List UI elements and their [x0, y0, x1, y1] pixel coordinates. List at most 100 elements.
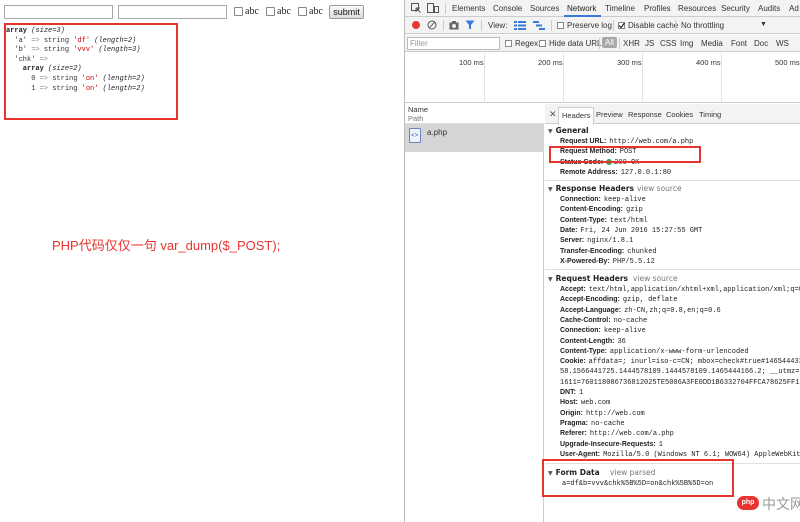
- device-mode-icon[interactable]: [427, 3, 439, 13]
- header-key: Connection:: [560, 196, 601, 203]
- response-view-source-link[interactable]: view source: [637, 184, 682, 193]
- filter-type-all[interactable]: All: [602, 37, 617, 48]
- text-input-b[interactable]: [118, 5, 227, 19]
- header-value: 36: [617, 337, 626, 346]
- waterfall-icon[interactable]: [533, 21, 545, 30]
- header-row: DNT: 1: [560, 388, 583, 398]
- request-view-source-link[interactable]: view source: [633, 274, 678, 283]
- expanded-triangle-icon: ▼: [548, 128, 553, 135]
- checkbox-2[interactable]: [266, 7, 275, 16]
- header-key: Content-Encoding:: [560, 206, 623, 214]
- header-row: Transfer-Encoding: chunked: [560, 247, 657, 257]
- header-row: Content-Type: text/html: [560, 216, 648, 226]
- header-key: Pragma:: [560, 419, 589, 427]
- header-row: 1611=760118086736812025TE5006A3FE0DD1B63…: [560, 378, 800, 388]
- header-value: keep-alive: [603, 196, 646, 204]
- header-key: Content-Type:: [560, 216, 607, 224]
- tab-resources[interactable]: Resources: [678, 4, 716, 13]
- filter-type-doc[interactable]: Doc: [754, 39, 768, 48]
- clear-icon[interactable]: [427, 20, 437, 30]
- request-row[interactable]: <> a.php: [405, 124, 544, 152]
- header-key: Cookie:: [560, 358, 586, 366]
- tab-timing[interactable]: Timing: [699, 110, 721, 119]
- checkbox-1-label: abc: [245, 6, 259, 17]
- header-value: affdata=; inurl=iso-c=CN; mbox=check#tru…: [588, 358, 800, 367]
- throttling-select[interactable]: No throttling: [681, 21, 724, 30]
- header-row: Origin: http://web.com: [560, 409, 645, 419]
- tab-overflow[interactable]: Ad: [789, 4, 799, 13]
- inspect-icon[interactable]: [411, 3, 421, 13]
- checkbox-3[interactable]: [298, 7, 307, 16]
- disable-cache-checkbox[interactable]: [618, 22, 625, 29]
- document-icon: <>: [409, 128, 421, 143]
- header-value: 1611=760118086736812025TE5006A3FE0DD1B63…: [560, 378, 800, 387]
- header-row: Content-Type: application/x-www-form-urle…: [560, 347, 749, 357]
- hide-data-urls-checkbox[interactable]: [539, 40, 546, 47]
- header-key: User-Agent:: [560, 450, 601, 458]
- header-value: gzip: [626, 206, 643, 215]
- large-rows-icon[interactable]: [514, 21, 526, 30]
- close-icon[interactable]: ✕: [549, 109, 557, 120]
- tab-sources[interactable]: Sources: [530, 4, 559, 13]
- tab-audits[interactable]: Audits: [758, 4, 780, 13]
- submit-button[interactable]: submit: [329, 5, 364, 19]
- tab-profiles[interactable]: Profiles: [644, 4, 671, 13]
- filter-type-img[interactable]: Img: [680, 39, 693, 48]
- camera-icon[interactable]: [449, 20, 459, 30]
- header-value: application/x-www-form-urlencoded: [609, 347, 749, 356]
- checkbox-1[interactable]: [234, 7, 243, 16]
- dump-highlight-box: [4, 23, 178, 120]
- filter-icon[interactable]: [465, 20, 475, 30]
- record-icon[interactable]: [412, 21, 420, 29]
- header-value: Fri, 24 Jun 2016 15:27:55 GMT: [580, 226, 703, 235]
- header-value: zh-CN,zh;q=0.8,en;q=0.6: [624, 306, 721, 315]
- general-section-header[interactable]: ▼ General: [548, 126, 589, 135]
- filter-placeholder: Filter: [410, 39, 428, 48]
- tab-console[interactable]: Console: [493, 4, 522, 13]
- filter-bar: Filter Regex Hide data URLs All XHR JS C…: [405, 35, 800, 52]
- filter-type-media[interactable]: Media: [701, 39, 723, 48]
- tab-elements[interactable]: Elements: [452, 4, 485, 13]
- header-key: Accept-Language:: [560, 306, 622, 314]
- header-key: Host:: [560, 399, 578, 407]
- header-value: keep-alive: [603, 327, 646, 336]
- tab-response[interactable]: Response: [628, 110, 662, 119]
- chevron-down-icon[interactable]: ▼: [760, 21, 767, 28]
- tab-security[interactable]: Security: [721, 4, 750, 13]
- filter-type-js[interactable]: JS: [645, 39, 654, 48]
- header-value: chunked: [627, 247, 657, 256]
- text-input-a[interactable]: [4, 5, 113, 19]
- header-row: Cache-Control: no-cache: [560, 316, 647, 326]
- tab-preview[interactable]: Preview: [596, 110, 623, 119]
- hide-data-urls-label: Hide data URLs: [549, 39, 606, 48]
- header-value: web.com: [580, 399, 611, 408]
- filter-type-ws[interactable]: WS: [776, 39, 789, 48]
- regex-checkbox[interactable]: [505, 40, 512, 47]
- tab-network[interactable]: Network: [567, 4, 596, 13]
- network-toolbar: View: Preserve log Disable cache No thro…: [405, 17, 800, 34]
- disable-cache-label: Disable cache: [628, 21, 679, 30]
- header-key: Accept:: [560, 286, 586, 293]
- header-row: Remote Address: 127.0.0.1:80: [560, 168, 671, 178]
- header-row: Content-Encoding: gzip: [560, 205, 643, 215]
- header-value: http://web.com: [585, 409, 645, 418]
- name-column-header[interactable]: Name: [408, 105, 428, 114]
- header-value: no-cache: [613, 316, 648, 325]
- timeline-overview[interactable]: 100 ms 200 ms 300 ms 400 ms 500 ms: [405, 53, 800, 103]
- request-list: Name Path <> a.php: [405, 104, 544, 522]
- tab-headers[interactable]: Headers: [558, 107, 595, 125]
- filter-type-css[interactable]: CSS: [660, 39, 676, 48]
- response-headers-section-header[interactable]: ▼ Response Headers: [548, 184, 634, 193]
- header-row: Accept-Language: zh-CN,zh;q=0.8,en;q=0.6: [560, 306, 721, 316]
- header-value: text/html: [609, 216, 648, 225]
- request-headers-section-header[interactable]: ▼ Request Headers: [548, 274, 628, 283]
- tab-timeline[interactable]: Timeline: [605, 4, 635, 13]
- header-key: DNT:: [560, 389, 576, 396]
- filter-type-font[interactable]: Font: [731, 39, 747, 48]
- header-key: Transfer-Encoding:: [560, 247, 625, 255]
- filter-input[interactable]: Filter: [407, 37, 500, 50]
- tab-cookies[interactable]: Cookies: [666, 110, 693, 119]
- filter-type-xhr[interactable]: XHR: [623, 39, 640, 48]
- devtools-tab-bar: Elements Console Sources Network Timelin…: [405, 0, 800, 17]
- preserve-log-checkbox[interactable]: [557, 22, 564, 29]
